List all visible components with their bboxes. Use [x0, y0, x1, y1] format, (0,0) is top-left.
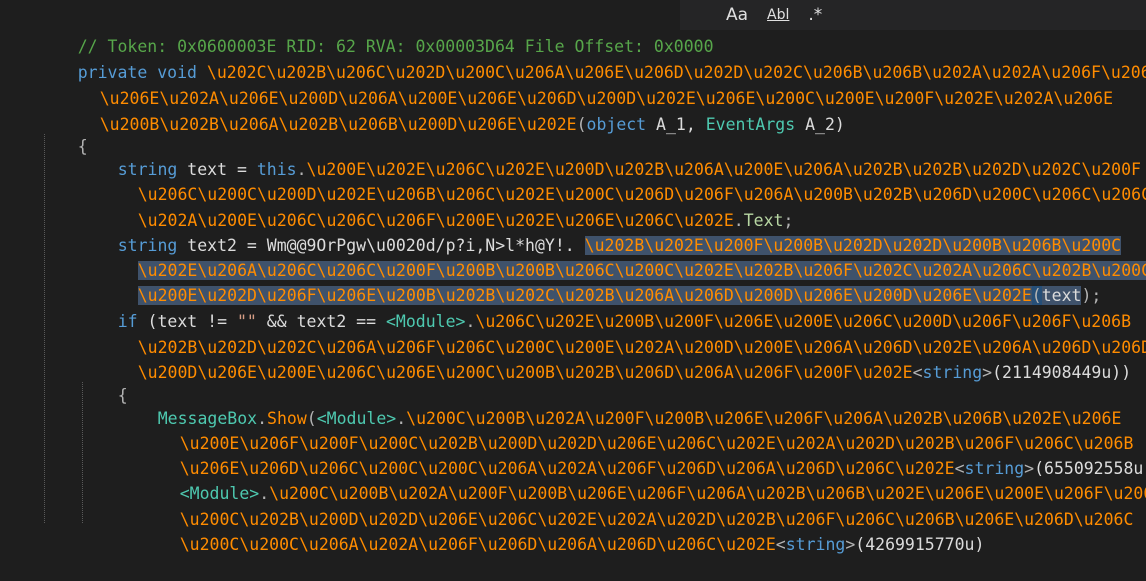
code-line: { — [78, 360, 128, 405]
code-line: \u202A\u200E\u206C\u206C\u206F\u200E\u20… — [98, 185, 794, 230]
param: A_1, — [646, 115, 706, 134]
code-line: \u206E\u202A\u206E\u200D\u206A\u200E\u20… — [60, 63, 1113, 108]
keyword-string: string — [922, 363, 983, 382]
match-case-toggle[interactable]: Aa — [726, 5, 748, 25]
angle: > — [982, 363, 993, 382]
type-eventargs[interactable]: EventArgs — [706, 115, 795, 134]
code-line: { — [38, 111, 88, 156]
code-line: MessageBox.Show(<Module>.\u200C\u200B\u2… — [118, 383, 1122, 428]
paren: ( — [576, 115, 587, 134]
code-line: private void \u202C\u202B\u206C\u202D\u2… — [38, 37, 1146, 82]
code-line: string text2 = Wm@@9OrPgw\u0020d/p?i,N>l… — [78, 210, 1122, 255]
code-line: \u200C\u200C\u206A\u202A\u206F\u206D\u20… — [140, 509, 985, 554]
angle: < — [912, 363, 923, 382]
code-line: \u206C\u200C\u200D\u202E\u206B\u206C\u20… — [98, 159, 1146, 204]
keyword-object: object — [586, 115, 647, 134]
method-name-cont[interactable]: \u200D\u206E\u200E\u206C\u206E\u200C\u20… — [138, 363, 913, 382]
method-name-cont[interactable]: \u200B\u202B\u206A\u202B\u206B\u200D\u20… — [100, 115, 577, 134]
code-line: \u200E\u206F\u200F\u200C\u202B\u200D\u20… — [140, 408, 1134, 453]
code-editor[interactable]: // Token: 0x0600003E RID: 62 RVA: 0x0000… — [0, 0, 1146, 554]
code-line: \u200B\u202B\u206A\u202B\u206B\u200D\u20… — [60, 89, 845, 134]
angle: > — [845, 535, 856, 554]
code-line: \u202B\u202D\u202C\u206A\u206F\u206C\u20… — [98, 312, 1146, 357]
argument: (4269915770u) — [855, 535, 985, 554]
indent-guide — [44, 134, 45, 523]
code-line: <Module>.\u200C\u200B\u202A\u200F\u200B\… — [140, 458, 1146, 503]
code-line: if (text != "" && text2 == <Module>.\u20… — [78, 286, 1131, 331]
code-line: \u202E\u206A\u206C\u206C\u200F\u200B\u20… — [98, 235, 1146, 280]
argument: (2114908449u)) — [992, 363, 1132, 382]
code-line: \u200D\u206E\u200E\u206C\u206E\u200C\u20… — [98, 337, 1131, 382]
code-line: \u200C\u202B\u200D\u202D\u206E\u206C\u20… — [140, 484, 1134, 529]
method-name-cont[interactable]: \u200C\u200C\u206A\u202A\u206F\u206D\u20… — [180, 535, 776, 554]
code-line: \u206E\u206D\u206C\u200C\u200C\u206A\u20… — [140, 433, 1146, 478]
param: A_2) — [795, 115, 845, 134]
code-line: \u200E\u202D\u206F\u206E\u200B\u202B\u20… — [98, 260, 1101, 305]
keyword-string: string — [785, 535, 846, 554]
regex-toggle[interactable]: .* — [808, 5, 822, 25]
find-widget: Aa Abl .* — [680, 0, 1146, 30]
code-line: // Token: 0x0600003E RID: 62 RVA: 0x0000… — [38, 11, 714, 56]
code-line: string text = this.\u200E\u202E\u206C\u2… — [78, 134, 1141, 179]
angle: < — [775, 535, 786, 554]
match-whole-word-toggle[interactable]: Abl — [766, 6, 790, 24]
